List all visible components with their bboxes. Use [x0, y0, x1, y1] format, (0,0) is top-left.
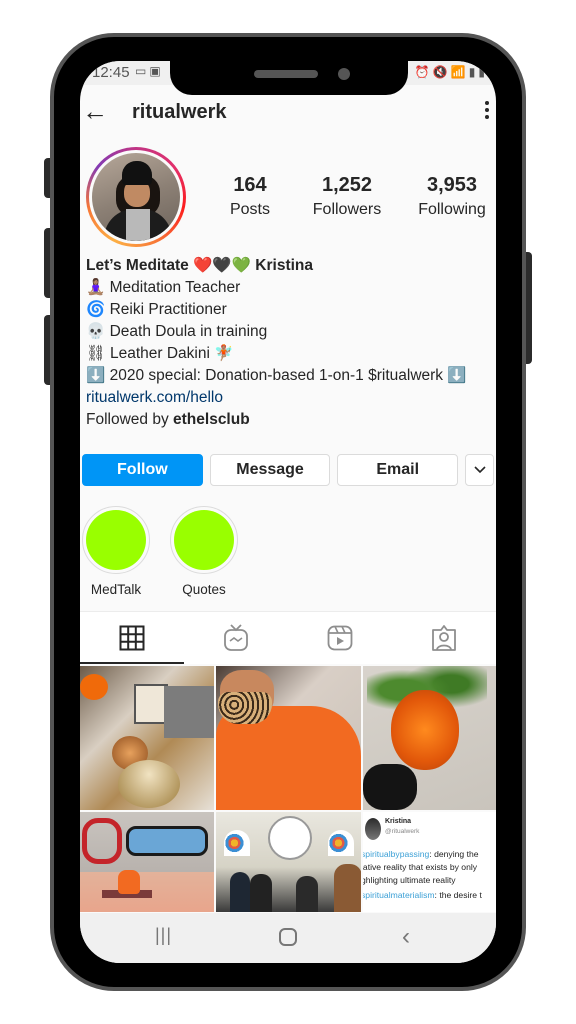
- email-button[interactable]: Email: [337, 454, 459, 486]
- post-thumbnail[interactable]: [216, 812, 361, 912]
- profile-bio: Let’s Meditate ❤️🖤💚 Kristina 🧘🏽‍♀️ Medit…: [86, 255, 492, 431]
- tweet-line: spiritualmaterialism: the desire t: [363, 889, 496, 902]
- suggested-accounts-button[interactable]: [465, 454, 494, 486]
- status-right-icons: ⏰🔇📶▮▮: [415, 65, 488, 79]
- tweet-hashtag: spiritualmaterialism: [363, 890, 435, 900]
- igtv-icon: [224, 624, 248, 651]
- more-options-icon[interactable]: [484, 99, 490, 125]
- speaker-grille: [254, 70, 318, 78]
- post-thumbnail[interactable]: [80, 666, 214, 810]
- status-time: 12:45: [92, 64, 130, 81]
- home-icon[interactable]: [279, 928, 297, 946]
- highlight-medtalk[interactable]: MedTalk: [82, 506, 150, 597]
- stat-value: 164: [233, 174, 267, 196]
- followed-by-user[interactable]: ethelsclub: [173, 411, 250, 428]
- bio-line: ⬇️ 2020 special: Donation-based 1-on-1 $…: [86, 367, 467, 384]
- profile-username: ritualwerk: [132, 101, 227, 123]
- post-thumbnail[interactable]: [80, 812, 214, 912]
- highlight-cover: [170, 506, 238, 574]
- profile-header: ← ritualwerk: [80, 93, 496, 133]
- tweet-line: spiritualbypassing: denying the: [363, 848, 496, 861]
- tweet-author-handle: @ritualwerk: [385, 828, 420, 835]
- bio-display-name: Let’s Meditate ❤️🖤💚 Kristina: [86, 257, 313, 274]
- stat-label: Posts: [229, 201, 270, 218]
- back-arrow-icon[interactable]: ←: [82, 97, 108, 125]
- tab-igtv[interactable]: [184, 612, 288, 664]
- tweet-body: spiritualbypassing: denying the lative r…: [363, 848, 496, 902]
- android-nav-bar: ||| ‹: [80, 913, 496, 963]
- bio-line: 🧘🏽‍♀️ Meditation Teacher: [86, 279, 241, 296]
- bio-website-link[interactable]: ritualwerk.com/hello: [86, 387, 492, 409]
- highlight-quotes[interactable]: Quotes: [170, 506, 238, 597]
- grid-icon: [119, 625, 145, 651]
- cast-icon: ▭: [135, 64, 150, 78]
- message-button[interactable]: Message: [209, 454, 331, 486]
- tweet-text: lative reality that exists by only: [363, 862, 478, 872]
- front-camera: [338, 68, 350, 80]
- tab-tagged[interactable]: [392, 612, 496, 664]
- chevron-down-icon: [473, 466, 486, 474]
- reels-icon: [327, 625, 353, 651]
- highlight-label: MedTalk: [90, 582, 142, 597]
- tweet-hashtag: spiritualbypassing: [363, 849, 430, 859]
- posts-grid: Kristina @ritualwerk spiritualbypassing:…: [80, 666, 496, 912]
- bio-line: ⛓ Leather Dakini 🧚🏽: [86, 345, 234, 362]
- battery-icon: ▮: [478, 65, 488, 79]
- tab-reels[interactable]: [288, 612, 392, 664]
- signal-icon: ▮: [468, 65, 479, 79]
- phone-notch: [170, 61, 408, 95]
- tab-posts-grid[interactable]: [80, 612, 184, 664]
- stat-posts[interactable]: 164 Posts: [220, 174, 280, 224]
- alarm-icon: ⏰: [414, 65, 433, 79]
- tweet-line: ghlighting ultimate reality: [363, 874, 496, 887]
- stat-following[interactable]: 3,953 Following: [414, 174, 490, 224]
- bio-line: 🌀 Reiki Practitioner: [86, 301, 227, 318]
- image-icon: ▣: [149, 64, 164, 78]
- post-thumbnail-tweet[interactable]: Kristina @ritualwerk spiritualbypassing:…: [363, 812, 496, 912]
- follow-button[interactable]: Follow: [82, 454, 203, 486]
- post-thumbnail[interactable]: [363, 666, 496, 810]
- story-highlights: MedTalk Quotes: [82, 506, 494, 597]
- mute-icon: 🔇: [432, 65, 451, 79]
- stat-value: 3,953: [426, 174, 478, 196]
- profile-stats: 164 Posts 1,252 Followers 3,953 Followin…: [220, 174, 490, 224]
- stat-followers[interactable]: 1,252 Followers: [307, 174, 387, 224]
- tweet-line: lative reality that exists by only: [363, 861, 496, 874]
- post-thumbnail[interactable]: [216, 666, 361, 810]
- profile-actions: Follow Message Email: [82, 454, 494, 486]
- profile-tabs: [80, 612, 496, 664]
- tweet-avatar: [365, 818, 381, 840]
- avatar-photo: [89, 150, 183, 244]
- tweet-text: : denying the: [429, 849, 479, 859]
- wifi-icon: 📶: [450, 65, 469, 79]
- highlight-label: Quotes: [182, 582, 226, 597]
- recents-icon[interactable]: |||: [155, 925, 172, 946]
- followed-by[interactable]: Followed by ethelsclub: [86, 409, 492, 431]
- phone-screen: 12:45 ▭▣ ⏰🔇📶▮▮ ← ritualwerk 164 Posts 1,…: [80, 61, 496, 963]
- stat-label: Followers: [312, 201, 382, 218]
- highlight-cover: [82, 506, 150, 574]
- stat-label: Following: [418, 201, 486, 218]
- profile-avatar[interactable]: [86, 147, 186, 247]
- tweet-author-name: Kristina: [385, 818, 412, 825]
- tweet-text: ghlighting ultimate reality: [363, 875, 456, 885]
- tweet-header: Kristina @ritualwerk: [363, 816, 496, 844]
- stat-value: 1,252: [321, 174, 373, 196]
- tagged-user-icon: [432, 625, 456, 651]
- followed-by-prefix: Followed by: [86, 411, 174, 428]
- status-left-icons: ▭▣: [135, 64, 164, 78]
- tweet-text: : the desire t: [434, 890, 482, 900]
- bio-line: 💀 Death Doula in training: [86, 323, 268, 340]
- nav-back-icon[interactable]: ‹: [402, 923, 410, 951]
